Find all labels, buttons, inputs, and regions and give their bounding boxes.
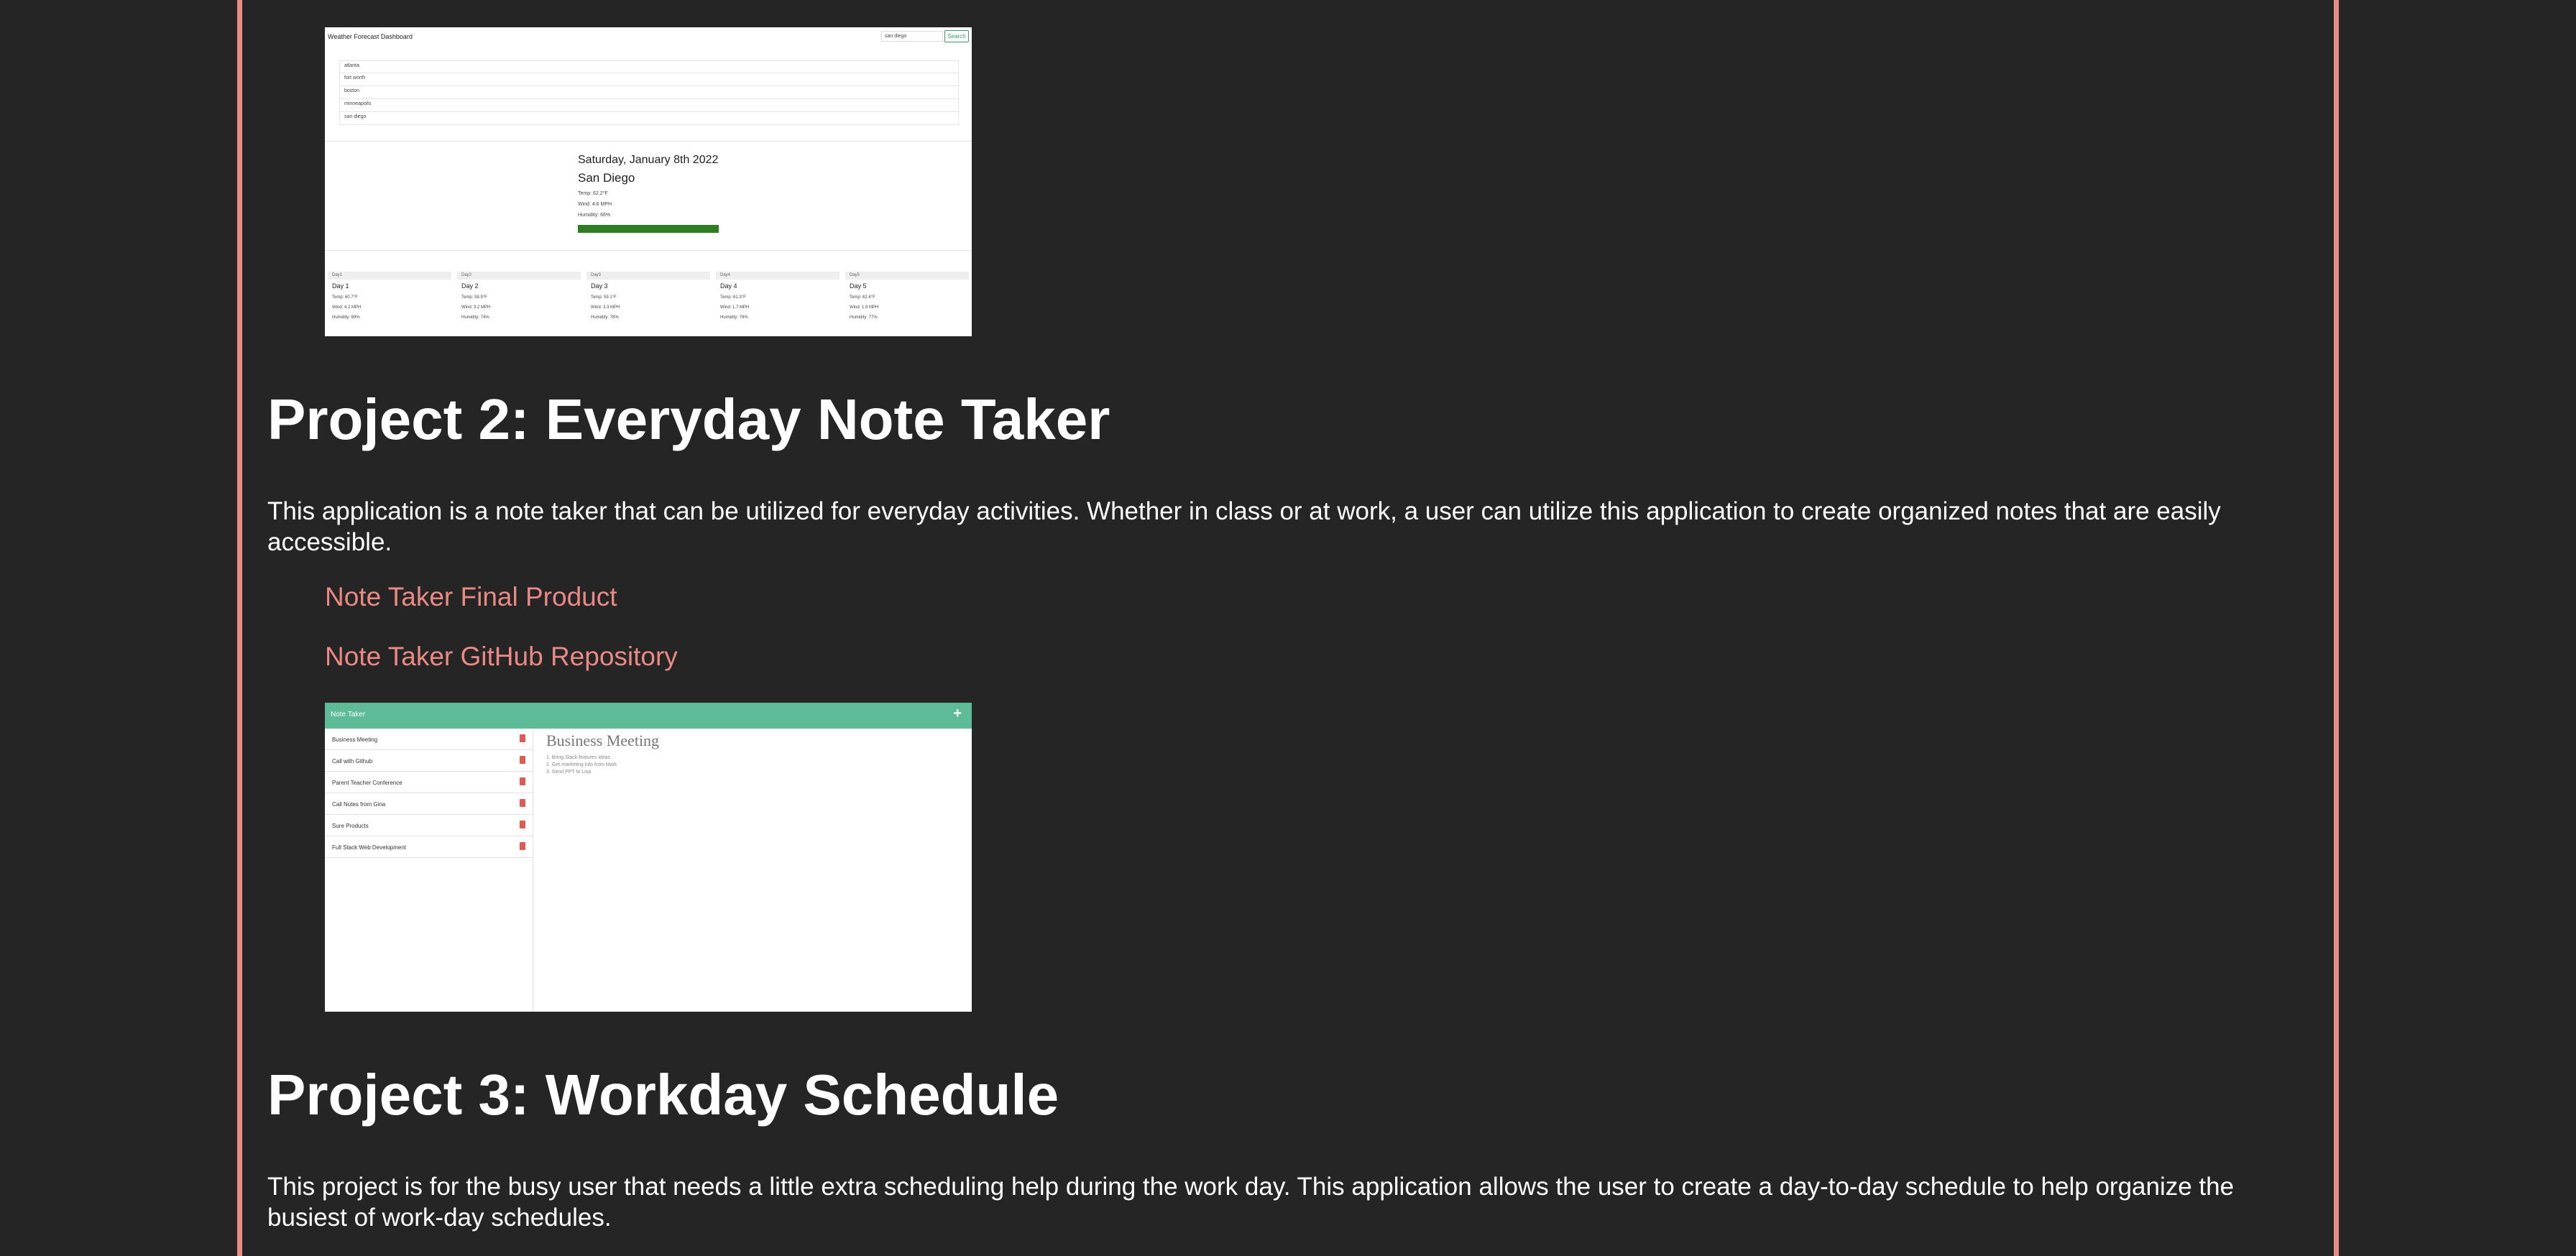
forecast-temp: Temp: 61.3°F <box>720 295 746 300</box>
weather-app-title: Weather Forecast Dashboard <box>328 33 413 40</box>
forecast-humidity: Humidity: 74% <box>461 315 489 320</box>
forecast-wind: Wind: 3.3 MPH <box>591 305 620 310</box>
note-taker-navbar: Note Taker + <box>325 703 972 729</box>
note-list-item: Sure Products <box>325 815 533 836</box>
note-list: Business Meeting Call with Github Parent… <box>325 729 533 1012</box>
forecast-day: Day 2 <box>461 282 479 290</box>
forecast-temp: Temp: 58.9°F <box>461 295 487 300</box>
forecast-header: Day4 <box>716 272 840 280</box>
forecast-day: Day 3 <box>591 282 608 290</box>
project-2-heading: Project 2: Everyday Note Taker <box>267 387 1110 451</box>
forecast-humidity: Humidity: 78% <box>591 315 619 320</box>
forecast-card: Day4 Day 4 Temp: 61.3°F Wind: 1.7 MPH Hu… <box>716 272 840 320</box>
project-3-heading: Project 3: Workday Schedule <box>267 1063 1059 1127</box>
weather-search-history: atlanta fort worth boston minneapolis sa… <box>339 60 959 125</box>
project-2-description: This application is a note taker that ca… <box>267 497 2221 556</box>
history-item: san diego <box>339 112 959 125</box>
note-editor: Business Meeting 1. Bring Slack features… <box>546 729 659 776</box>
current-city: San Diego <box>578 171 635 185</box>
current-weather: Saturday, January 8th 2022 San Diego Tem… <box>578 154 719 233</box>
forecast-card: Day2 Day 2 Temp: 58.9°F Wind: 3.2 MPH Hu… <box>457 272 581 320</box>
forecast-header: Day5 <box>845 272 969 280</box>
trash-icon <box>520 734 525 742</box>
forecast-day: Day 1 <box>332 282 349 290</box>
current-wind: Wind: 4.6 MPH <box>578 202 612 207</box>
forecast-temp: Temp: 60.7°F <box>332 295 358 300</box>
note-taker-github-repository-link[interactable]: Note Taker GitHub Repository <box>325 642 678 672</box>
forecast-card: Day5 Day 5 Temp: 62.4°F Wind: 1.9 MPH Hu… <box>845 272 969 320</box>
weather-dashboard-screenshot: Weather Forecast Dashboard san diego Sea… <box>325 27 972 336</box>
trash-icon <box>520 799 525 807</box>
current-humidity: Humidity: 66% <box>578 213 611 218</box>
uv-index-bar <box>578 225 719 233</box>
forecast-wind: Wind: 4.2 MPH <box>332 305 362 310</box>
forecast-humidity: Humidity: 77% <box>850 315 878 320</box>
note-taker-final-product-link[interactable]: Note Taker Final Product <box>325 582 617 612</box>
divider <box>325 250 972 251</box>
history-item: minneapolis <box>339 99 959 112</box>
divider <box>325 141 972 142</box>
plus-icon: + <box>953 706 962 721</box>
weather-search-button: Search <box>944 30 969 42</box>
forecast-wind: Wind: 3.2 MPH <box>461 305 491 310</box>
forecast-temp: Temp: 59.1°F <box>591 295 617 300</box>
history-item: boston <box>339 86 959 99</box>
forecast-header: Day3 <box>586 272 710 280</box>
forecast-day: Day 5 <box>850 282 867 290</box>
note-body: 1. Bring Slack features ideas 2. Get mar… <box>546 755 617 775</box>
history-item: fort worth <box>339 73 959 86</box>
note-taker-app-title: Note Taker <box>331 711 366 719</box>
project-3-description: This project is for the busy user that n… <box>267 1173 2235 1232</box>
history-item: atlanta <box>339 60 959 73</box>
note-list-item: Full Stack Web Development <box>325 836 533 858</box>
note-title: Business Meeting <box>546 731 660 749</box>
forecast-temp: Temp: 62.4°F <box>850 295 875 300</box>
trash-icon <box>520 842 525 850</box>
forecast-header: Day2 <box>457 272 581 280</box>
forecast-humidity: Humidity: 69% <box>332 315 360 320</box>
forecast-wind: Wind: 1.7 MPH <box>720 305 750 310</box>
trash-icon <box>520 756 525 764</box>
note-list-item: Business Meeting <box>325 729 533 750</box>
trash-icon <box>520 821 525 828</box>
trash-icon <box>520 777 525 785</box>
note-list-item: Parent Teacher Conference <box>325 772 533 793</box>
forecast-wind: Wind: 1.9 MPH <box>850 305 879 310</box>
forecast-card: Day1 Day 1 Temp: 60.7°F Wind: 4.2 MPH Hu… <box>328 272 451 320</box>
current-date: Saturday, January 8th 2022 <box>578 154 719 166</box>
forecast-day: Day 4 <box>720 282 737 290</box>
forecast-humidity: Humidity: 78% <box>720 315 748 320</box>
current-temp: Temp: 62.2°F <box>578 191 608 196</box>
forecast-header: Day1 <box>328 272 451 280</box>
note-list-item: Call Notes from Gina <box>325 793 533 815</box>
weather-search-input: san diego <box>881 31 943 42</box>
forecast-card: Day3 Day 3 Temp: 59.1°F Wind: 3.3 MPH Hu… <box>586 272 710 320</box>
note-list-item: Call with Github <box>325 750 533 772</box>
note-taker-screenshot: Note Taker + Business Meeting Call with … <box>325 703 972 1012</box>
